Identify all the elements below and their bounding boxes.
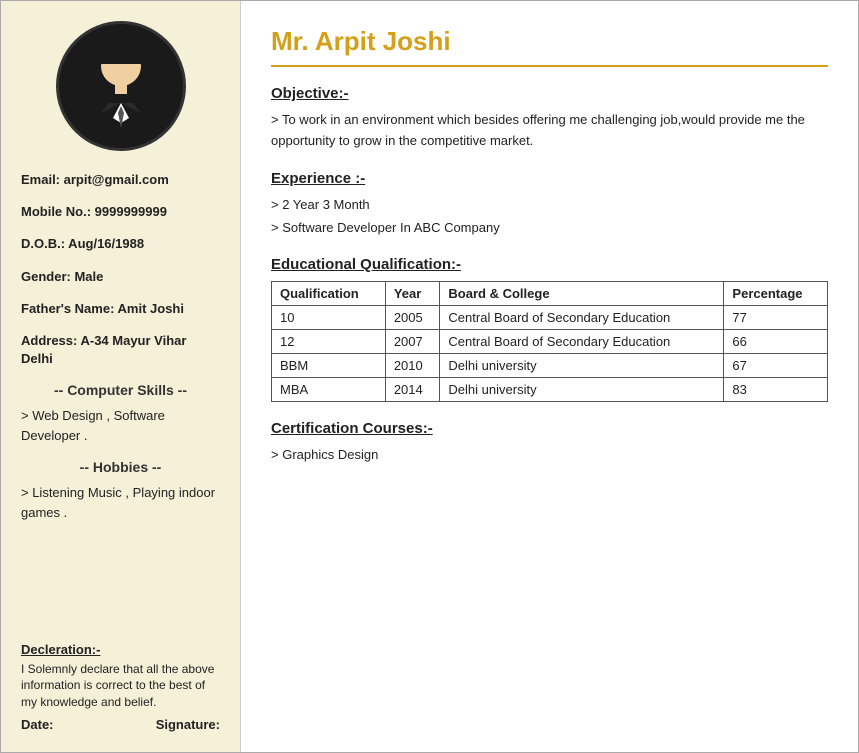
table-header-row: Qualification Year Board & College Perce…	[272, 281, 828, 305]
education-table: Qualification Year Board & College Perce…	[271, 281, 828, 402]
resume-container: Email: arpit@gmail.com Mobile No.: 99999…	[0, 0, 859, 753]
table-row: MBA2014Delhi university83	[272, 377, 828, 401]
table-cell: Central Board of Secondary Education	[440, 329, 724, 353]
table-row: 102005Central Board of Secondary Educati…	[272, 305, 828, 329]
table-cell: 10	[272, 305, 386, 329]
objective-section: Objective:- > To work in an environment …	[271, 85, 828, 152]
date-label: Date:	[21, 717, 54, 732]
table-cell: 12	[272, 329, 386, 353]
table-cell: 2014	[385, 377, 440, 401]
declaration-text: I Solemnly declare that all the above in…	[21, 661, 220, 711]
experience-section: Experience :- > 2 Year 3 Month > Softwar…	[271, 170, 828, 238]
computer-skills-text: > Web Design , Software Developer .	[21, 406, 220, 445]
dob-field: D.O.B.: Aug/16/1988	[21, 235, 220, 253]
experience-item-1: > 2 Year 3 Month	[271, 195, 828, 215]
table-cell: 2007	[385, 329, 440, 353]
table-row: BBM2010Delhi university67	[272, 353, 828, 377]
gender-field: Gender: Male	[21, 268, 220, 286]
education-section: Educational Qualification:- Qualificatio…	[271, 256, 828, 402]
table-cell: 2005	[385, 305, 440, 329]
experience-item-2: > Software Developer In ABC Company	[271, 218, 828, 238]
table-cell: MBA	[272, 377, 386, 401]
name-divider	[271, 65, 828, 67]
email-field: Email: arpit@gmail.com	[21, 171, 220, 189]
hobbies-text: > Listening Music , Playing indoor games…	[21, 483, 220, 522]
computer-skills-heading: -- Computer Skills --	[21, 382, 220, 398]
father-field: Father's Name: Amit Joshi	[21, 300, 220, 318]
table-cell: 67	[724, 353, 828, 377]
col-year: Year	[385, 281, 440, 305]
table-row: 122007Central Board of Secondary Educati…	[272, 329, 828, 353]
mobile-field: Mobile No.: 9999999999	[21, 203, 220, 221]
table-cell: Central Board of Secondary Education	[440, 305, 724, 329]
signature-label: Signature:	[156, 717, 220, 732]
certification-section: Certification Courses:- > Graphics Desig…	[271, 420, 828, 465]
declaration-title: Decleration:-	[21, 642, 220, 657]
objective-text: > To work in an environment which beside…	[271, 110, 828, 152]
col-qualification: Qualification	[272, 281, 386, 305]
education-title: Educational Qualification:-	[271, 256, 828, 273]
hobbies-heading: -- Hobbies --	[21, 459, 220, 475]
certification-item-1: > Graphics Design	[271, 445, 828, 465]
sidebar-info: Email: arpit@gmail.com Mobile No.: 99999…	[16, 171, 225, 536]
table-cell: Delhi university	[440, 353, 724, 377]
declaration-section: Decleration:- I Solemnly declare that al…	[16, 632, 225, 732]
avatar	[56, 21, 186, 151]
col-board: Board & College	[440, 281, 724, 305]
table-cell: BBM	[272, 353, 386, 377]
certification-title: Certification Courses:-	[271, 420, 828, 437]
experience-title: Experience :-	[271, 170, 828, 187]
objective-title: Objective:-	[271, 85, 828, 102]
table-cell: 66	[724, 329, 828, 353]
table-cell: 2010	[385, 353, 440, 377]
table-cell: 77	[724, 305, 828, 329]
main-content: Mr. Arpit Joshi Objective:- > To work in…	[241, 1, 858, 752]
table-cell: 83	[724, 377, 828, 401]
candidate-name: Mr. Arpit Joshi	[271, 26, 828, 57]
date-signature-row: Date: Signature:	[21, 717, 220, 732]
table-cell: Delhi university	[440, 377, 724, 401]
address-field: Address: A-34 Mayur Vihar Delhi	[21, 332, 220, 368]
col-percentage: Percentage	[724, 281, 828, 305]
sidebar: Email: arpit@gmail.com Mobile No.: 99999…	[1, 1, 241, 752]
